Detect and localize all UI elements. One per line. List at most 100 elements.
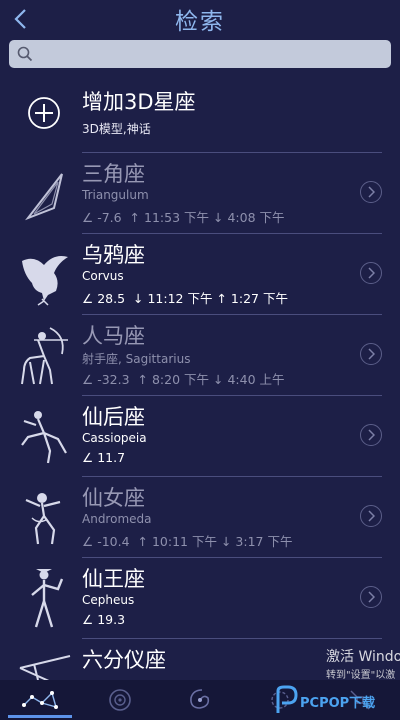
constellation-info: ∠ 11.7 bbox=[82, 450, 125, 465]
corvus-figure-icon bbox=[22, 256, 68, 306]
add-item-title: 增加3D星座 bbox=[82, 90, 196, 114]
site-logo-watermark: PCPOP下载 bbox=[274, 683, 394, 717]
constellation-name: 乌鸦座 bbox=[82, 243, 145, 267]
list-item[interactable]: 仙后座 Cassiopeia ∠ 11.7 bbox=[0, 395, 400, 476]
logo-p-icon bbox=[276, 685, 298, 713]
search-icon bbox=[17, 46, 33, 62]
detail-button[interactable] bbox=[360, 343, 382, 365]
list-item[interactable]: 仙王座 Cepheus ∠ 19.3 bbox=[0, 557, 400, 638]
constellation-latin-name: Triangulum bbox=[82, 188, 149, 202]
set-arrow-icon: ↓ bbox=[129, 291, 144, 306]
list-item[interactable]: 三角座 Triangulum ∠ -7.6 ↑ 11:53 下午 ↓ 4:08 … bbox=[0, 152, 400, 233]
altitude-icon: ∠ bbox=[82, 291, 94, 306]
altitude-icon: ∠ bbox=[82, 372, 94, 387]
constellation-info: ∠ 19.3 bbox=[82, 612, 125, 627]
rise-arrow-icon: ↑ bbox=[133, 534, 148, 549]
altitude-value: -7.6 bbox=[97, 210, 122, 225]
constellation-icon bbox=[22, 691, 58, 709]
set-time: 4:08 下午 bbox=[227, 210, 285, 225]
altitude-value: -32.3 bbox=[97, 372, 130, 387]
constellation-list: 增加3D星座 3D模型,神话 三角座 Triangulum ∠ -7.6 ↑ 1… bbox=[0, 70, 400, 680]
search-bar[interactable] bbox=[9, 40, 391, 68]
chevron-right-icon bbox=[368, 510, 375, 522]
altitude-icon: ∠ bbox=[82, 534, 94, 549]
divider bbox=[82, 476, 382, 477]
add-3d-constellation-item[interactable]: 增加3D星座 3D模型,神话 bbox=[0, 70, 400, 152]
constellation-latin-name: 射手座, Sagittarius bbox=[82, 352, 191, 366]
back-button[interactable] bbox=[6, 2, 34, 36]
chevron-right-icon bbox=[368, 591, 375, 603]
rise-time: 8:20 下午 bbox=[151, 372, 210, 387]
divider bbox=[82, 152, 382, 153]
plus-circle-icon bbox=[28, 97, 60, 129]
constellation-latin-name: Andromeda bbox=[82, 512, 152, 526]
constellation-name: 人马座 bbox=[82, 324, 145, 348]
chevron-right-icon bbox=[368, 429, 375, 441]
set-arrow-icon: ↓ bbox=[220, 534, 232, 549]
sagittarius-figure-icon bbox=[21, 327, 68, 385]
search-input[interactable] bbox=[39, 40, 391, 68]
detail-button[interactable] bbox=[360, 181, 382, 203]
rise-arrow-icon: ↑ bbox=[216, 291, 227, 306]
detail-button[interactable] bbox=[360, 262, 382, 284]
add-item-subtitle: 3D模型,神话 bbox=[82, 122, 151, 136]
header-bar: 检索 bbox=[0, 0, 400, 38]
detail-button[interactable] bbox=[360, 424, 382, 446]
divider bbox=[82, 314, 382, 315]
planet-icon bbox=[109, 689, 131, 711]
constellation-name: 仙王座 bbox=[82, 567, 145, 591]
list-item[interactable]: 仙女座 Andromeda ∠ -10.4 ↑ 10:11 下午 ↓ 3:17 … bbox=[0, 476, 400, 557]
constellation-info: ∠ -32.3 ↑ 8:20 下午 ↓ 4:40 上午 bbox=[82, 369, 285, 388]
constellation-info: ∠ -10.4 ↑ 10:11 下午 ↓ 3:17 下午 bbox=[82, 531, 292, 550]
constellation-name: 三角座 bbox=[82, 162, 145, 186]
rise-time: 10:11 下午 bbox=[151, 534, 217, 549]
altitude-icon: ∠ bbox=[82, 450, 94, 465]
altitude-value: -10.4 bbox=[97, 534, 130, 549]
altitude-value: 19.3 bbox=[97, 612, 126, 627]
galaxy-icon bbox=[190, 689, 210, 709]
altitude-icon: ∠ bbox=[82, 612, 94, 627]
constellation-latin-name: Cepheus bbox=[82, 593, 135, 607]
divider bbox=[82, 395, 382, 396]
constellation-latin-name: Cassiopeia bbox=[82, 431, 147, 445]
rise-arrow-icon: ↑ bbox=[125, 210, 141, 225]
altitude-value: 11.7 bbox=[97, 450, 126, 465]
activation-watermark-sub: 转到"设置"以激 bbox=[326, 670, 396, 681]
rise-time: 11:12 下午 bbox=[147, 291, 213, 306]
detail-button[interactable] bbox=[360, 505, 382, 527]
altitude-value: 28.5 bbox=[97, 291, 126, 306]
set-time: 3:17 下午 bbox=[235, 534, 293, 549]
tab-planets[interactable] bbox=[80, 680, 160, 720]
constellation-info: ∠ -7.6 ↑ 11:53 下午 ↓ 4:08 下午 bbox=[82, 207, 285, 226]
chevron-right-icon bbox=[368, 186, 375, 198]
cepheus-figure-icon bbox=[31, 569, 64, 628]
chevron-left-icon bbox=[14, 9, 26, 29]
constellation-name: 仙后座 bbox=[82, 405, 145, 429]
andromeda-figure-icon bbox=[25, 493, 61, 545]
tab-galaxies[interactable] bbox=[160, 680, 240, 720]
divider bbox=[82, 638, 382, 639]
divider bbox=[82, 557, 382, 558]
set-arrow-icon: ↓ bbox=[213, 372, 224, 387]
detail-button[interactable] bbox=[360, 586, 382, 608]
chevron-right-icon bbox=[368, 267, 375, 279]
logo-text: PCPOP下载 bbox=[300, 696, 376, 711]
constellation-name: 仙女座 bbox=[82, 486, 145, 510]
list-item[interactable]: 人马座 射手座, Sagittarius ∠ -32.3 ↑ 8:20 下午 ↓… bbox=[0, 314, 400, 395]
rise-arrow-icon: ↑ bbox=[133, 372, 148, 387]
constellation-info: ∠ 28.5 ↓ 11:12 下午 ↑ 1:27 下午 bbox=[82, 288, 288, 307]
triangulum-figure-icon bbox=[25, 173, 63, 221]
sextans-figure-icon bbox=[19, 655, 71, 680]
constellation-latin-name: Corvus bbox=[82, 269, 124, 283]
set-arrow-icon: ↓ bbox=[213, 210, 224, 225]
page-title: 检索 bbox=[175, 9, 225, 35]
cassiopeia-figure-icon bbox=[21, 411, 67, 464]
constellation-name: 六分仪座 bbox=[82, 648, 166, 672]
activation-watermark: 激活 Windo bbox=[326, 649, 400, 665]
set-time: 4:40 上午 bbox=[227, 372, 285, 387]
altitude-icon: ∠ bbox=[82, 210, 94, 225]
set-time: 1:27 下午 bbox=[230, 291, 288, 306]
tab-constellations[interactable] bbox=[0, 680, 80, 720]
list-item[interactable]: 乌鸦座 Corvus ∠ 28.5 ↓ 11:12 下午 ↑ 1:27 下午 bbox=[0, 233, 400, 314]
rise-time: 11:53 下午 bbox=[144, 210, 210, 225]
